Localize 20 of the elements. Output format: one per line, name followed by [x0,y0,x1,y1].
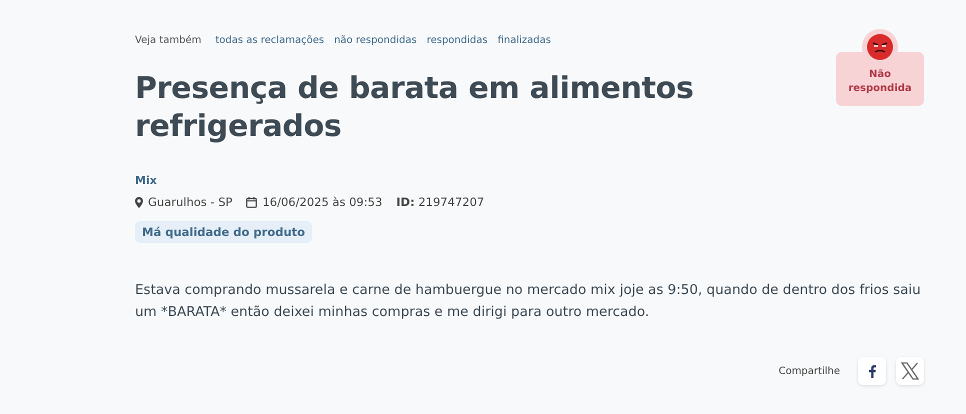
date-text: 16/06/2025 às 09:53 [262,195,382,209]
share-label: Compartilhe [778,366,840,376]
share-button[interactable] [896,357,924,385]
complaint-title: Presença de barata em alimentos refrigerados [135,70,695,146]
complaint-id: ID: 219747207 [396,195,484,209]
see-also-label: Veja também [135,35,202,46]
location-text: Guarulhos - SP [148,195,232,209]
filter-link[interactable]: finalizadas [498,35,551,46]
x-logo-icon [901,362,919,380]
category-tag: Má qualidade do produto [135,221,312,243]
company-name: Mix [135,174,158,187]
filter-link[interactable]: todas as reclamações [215,35,324,46]
filter-link[interactable]: respondidas [426,35,488,46]
complaint-description: Estava comprando mussarela e carne de hambuergue no mercado mix joje as 9:50, quando de dentro dos frios saiu um *BARATA* então deixei minhas compras e me dirigi para outro mercado. [135,281,922,322]
filter-link[interactable]: não respondidas [334,35,417,46]
status-label: Não respondida [847,68,913,96]
facebook-icon [868,364,876,378]
share-button[interactable] [858,357,886,385]
calendar-icon [246,196,258,208]
location-pin-icon [135,196,143,208]
